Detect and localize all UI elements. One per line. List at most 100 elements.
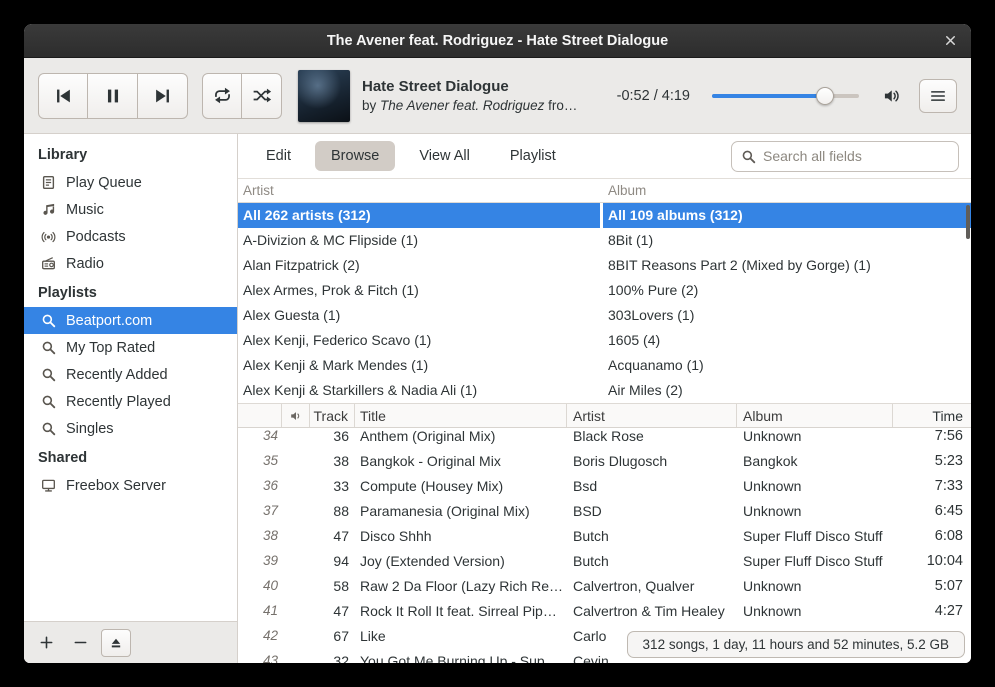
artist-item[interactable]: All 262 artists (312) (238, 203, 600, 228)
shuffle-button[interactable] (242, 73, 282, 119)
player-toolbar: Hate Street Dialogue by The Avener feat.… (24, 58, 971, 134)
song-track: 47 (310, 523, 355, 548)
song-row[interactable]: 3538Bangkok - Original MixBoris Dlugosch… (238, 448, 971, 473)
menu-button[interactable] (919, 79, 957, 113)
sidebar-item-play-queue[interactable]: Play Queue (24, 169, 237, 196)
now-playing-title: Hate Street Dialogue (362, 78, 600, 95)
title-column-header[interactable]: Title (355, 404, 567, 427)
sidebar-item-beatport-com[interactable]: Beatport.com (24, 307, 237, 334)
plus-icon (39, 635, 54, 650)
song-title: Paramanesia (Original Mix) (355, 498, 567, 523)
sidebar-item-podcasts[interactable]: Podcasts (24, 223, 237, 250)
song-list: Track Title Artist Album Time 3436Anthem… (238, 403, 971, 663)
song-time: 6:45 (893, 498, 971, 523)
album-item[interactable]: 8Bit (1) (603, 228, 971, 253)
sidebar-item-radio[interactable]: Radio (24, 250, 237, 277)
time-column-header[interactable]: Time (893, 404, 971, 427)
radio-icon (40, 256, 56, 272)
artist-item[interactable]: Alex Kenji & Starkillers & Nadia Ali (1) (238, 378, 600, 403)
album-item[interactable]: All 109 albums (312) (603, 203, 971, 228)
album-item[interactable]: 1605 (4) (603, 328, 971, 353)
sidebar-item-music[interactable]: Music (24, 196, 237, 223)
seek-slider-handle[interactable] (816, 87, 834, 105)
song-row[interactable]: 3847Disco ShhhButchSuper Fluff Disco Stu… (238, 523, 971, 548)
volume-button[interactable] (877, 81, 907, 111)
song-artist: Bsd (567, 473, 737, 498)
album-item[interactable]: Acquanamo (1) (603, 353, 971, 378)
tab-browse[interactable]: Browse (315, 141, 395, 171)
album-list: All 109 albums (312)8Bit (1)8BIT Reasons… (603, 203, 971, 403)
song-track: 38 (310, 448, 355, 473)
sidebar-item-label: Music (66, 202, 104, 218)
eject-icon (109, 636, 123, 650)
sidebar-section-shared: Shared (24, 442, 237, 472)
playing-column-header[interactable] (282, 404, 310, 427)
sidebar-item-recently-added[interactable]: Recently Added (24, 361, 237, 388)
eject-button[interactable] (101, 629, 131, 657)
artist-item[interactable]: Alan Fitzpatrick (2) (238, 253, 600, 278)
track-column-header[interactable]: Track (310, 404, 355, 427)
song-album: Unknown (737, 498, 893, 523)
song-title: Bangkok - Original Mix (355, 448, 567, 473)
tab-view-all[interactable]: View All (403, 141, 486, 171)
library-browser: All 262 artists (312)A-Divizion & MC Fli… (238, 203, 971, 403)
album-item[interactable]: 303Lovers (1) (603, 303, 971, 328)
sidebar-item-singles[interactable]: Singles (24, 415, 237, 442)
sidebar-item-my-top-rated[interactable]: My Top Rated (24, 334, 237, 361)
song-track: 94 (310, 548, 355, 573)
artist-item[interactable]: Alex Guesta (1) (238, 303, 600, 328)
repeat-button[interactable] (202, 73, 242, 119)
song-row[interactable]: 3633Compute (Housey Mix)BsdUnknown7:33 (238, 473, 971, 498)
add-playlist-button[interactable] (33, 630, 59, 656)
song-album-column-header[interactable]: Album (737, 404, 893, 427)
song-row[interactable]: 4147Rock It Roll It feat. Sirreal Pip…Ca… (238, 598, 971, 623)
song-row[interactable]: 3788Paramanesia (Original Mix)BSDUnknown… (238, 498, 971, 523)
next-button[interactable] (138, 73, 188, 119)
album-item[interactable]: 8BIT Reasons Part 2 (Mixed by Gorge) (1) (603, 253, 971, 278)
song-num: 42 (238, 623, 282, 648)
song-rows: 3436Anthem (Original Mix)Black RoseUnkno… (238, 423, 971, 663)
song-artist: Calvertron, Qualver (567, 573, 737, 598)
song-row[interactable]: 3994Joy (Extended Version)ButchSuper Flu… (238, 548, 971, 573)
song-num: 38 (238, 523, 282, 548)
sidebar-item-recently-played[interactable]: Recently Played (24, 388, 237, 415)
speaker-icon (289, 409, 303, 423)
tab-edit[interactable]: Edit (250, 141, 307, 171)
main-panel: Edit Browse View All Playlist Artist Alb… (238, 134, 971, 663)
minus-icon (73, 635, 88, 650)
seek-slider-track[interactable] (712, 94, 859, 98)
pause-button[interactable] (88, 73, 138, 119)
song-time: 4:27 (893, 598, 971, 623)
song-play (282, 498, 310, 523)
song-row[interactable]: 4058Raw 2 Da Floor (Lazy Rich Re…Calvert… (238, 573, 971, 598)
sidebar-section-playlists: Playlists (24, 277, 237, 307)
sidebar-item-freebox-server[interactable]: Freebox Server (24, 472, 237, 499)
album-item[interactable]: 100% Pure (2) (603, 278, 971, 303)
sidebar-section-library: Library (24, 139, 237, 169)
previous-button[interactable] (38, 73, 88, 119)
song-time: 7:33 (893, 473, 971, 498)
browser-scrollbar[interactable] (966, 205, 970, 239)
skip-forward-icon (152, 85, 174, 107)
song-album: Super Fluff Disco Stuff (737, 523, 893, 548)
now-playing-artist: The Avener feat. Rodriguez (380, 98, 544, 113)
song-artist-column-header[interactable]: Artist (567, 404, 737, 427)
album-item[interactable]: Air Miles (2) (603, 378, 971, 403)
titlebar[interactable]: The Avener feat. Rodriguez - Hate Street… (24, 24, 971, 58)
search-input[interactable] (763, 148, 949, 164)
search-field[interactable] (731, 141, 959, 172)
artist-item[interactable]: Alex Armes, Prok & Fitch (1) (238, 278, 600, 303)
tab-playlist[interactable]: Playlist (494, 141, 572, 171)
seek-slider[interactable] (712, 86, 859, 106)
album-column-header[interactable]: Album (603, 183, 971, 198)
sidebar-item-label: Singles (66, 421, 114, 437)
artist-item[interactable]: A-Divizion & MC Flipside (1) (238, 228, 600, 253)
artist-column-header[interactable]: Artist (238, 183, 603, 198)
remove-playlist-button[interactable] (67, 630, 93, 656)
song-time: 5:23 (893, 448, 971, 473)
close-button[interactable] (938, 29, 962, 53)
artist-item[interactable]: Alex Kenji, Federico Scavo (1) (238, 328, 600, 353)
song-list-header: Track Title Artist Album Time (238, 403, 971, 428)
artist-item[interactable]: Alex Kenji & Mark Mendes (1) (238, 353, 600, 378)
row-number-column-header[interactable] (238, 404, 282, 427)
